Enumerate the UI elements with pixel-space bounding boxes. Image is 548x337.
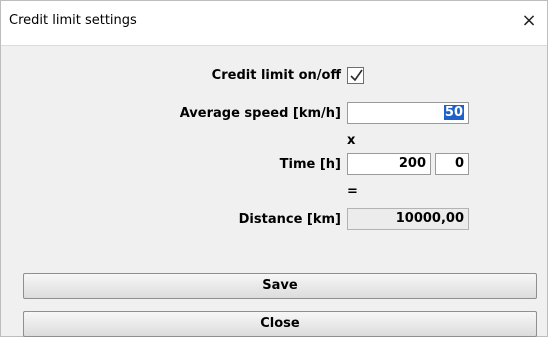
equals-symbol: = <box>347 184 358 199</box>
window-title: Credit limit settings <box>9 13 137 28</box>
distance-value: 10000,00 <box>347 208 469 230</box>
average-speed-value: 50 <box>443 105 464 120</box>
credit-limit-checkbox[interactable] <box>347 67 364 84</box>
credit-limit-settings-dialog: Credit limit settings × Credit limit on/… <box>0 0 548 337</box>
time-minutes-input[interactable]: 0 <box>435 153 469 175</box>
multiply-symbol: x <box>347 133 356 148</box>
close-icon[interactable]: × <box>519 9 539 33</box>
checkmark-icon <box>350 69 363 82</box>
time-label: Time [h] <box>279 157 341 172</box>
distance-label: Distance [km] <box>238 212 341 227</box>
average-speed-input[interactable]: 50 <box>347 102 469 124</box>
time-hours-input[interactable]: 200 <box>347 153 431 175</box>
credit-limit-label: Credit limit on/off <box>211 68 341 83</box>
save-button[interactable]: Save <box>23 273 537 299</box>
average-speed-label: Average speed [km/h] <box>179 106 341 121</box>
close-button[interactable]: Close <box>23 311 537 337</box>
title-bar: Credit limit settings × <box>1 1 547 46</box>
